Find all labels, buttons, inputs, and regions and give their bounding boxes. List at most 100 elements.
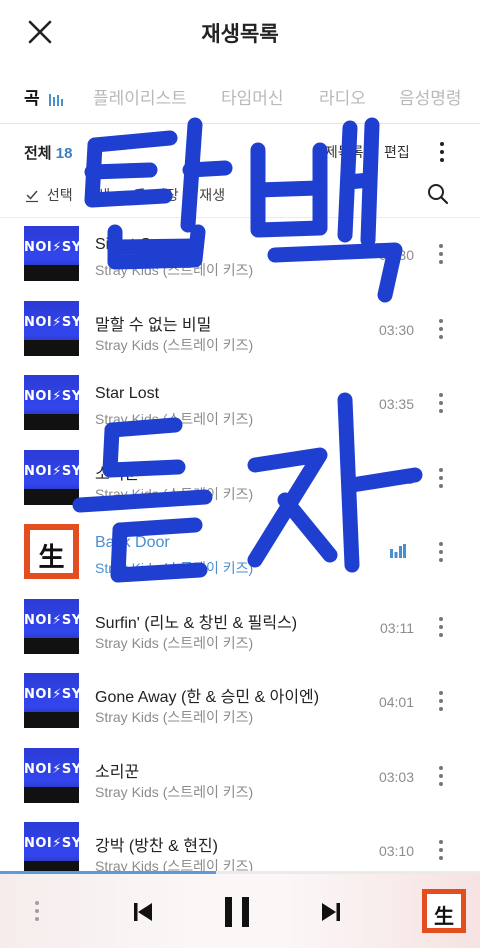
top-bar: 재생목록: [0, 0, 480, 66]
album-art-logo: NOI⚡SY: [24, 463, 79, 479]
song-duration: 04:01: [378, 694, 414, 710]
song-row[interactable]: NOI⚡SY 소리꾼 Stray Kids (스트레이 키즈) 03:03: [0, 442, 480, 517]
album-art: NOI⚡SY: [24, 822, 79, 872]
album-art: NOI⚡SY: [24, 747, 79, 803]
tab-label: 곡: [24, 89, 40, 108]
song-title: 강박 (방찬 & 현진): [95, 838, 218, 855]
save-play-button[interactable]: 저장 후 재생: [130, 185, 225, 205]
now-playing-album-art[interactable]: 生: [422, 889, 466, 933]
skip-previous-icon[interactable]: [132, 901, 154, 923]
song-artist: Stray Kids (스트레이 키즈): [95, 634, 254, 651]
song-row[interactable]: 生 Back Door Stray Kids (스트레이 키즈): [0, 516, 480, 591]
song-more-icon[interactable]: [438, 542, 444, 566]
song-more-icon[interactable]: [438, 244, 444, 268]
song-title: 소리꾼: [95, 465, 140, 483]
tab-time-machine[interactable]: 타임머신: [221, 84, 284, 109]
save-play-label: 저장 후 재생: [152, 187, 226, 203]
check-icon: [26, 190, 38, 203]
tab-voice-command[interactable]: 음성명령: [399, 84, 462, 109]
album-art-logo: NOI⚡SY: [24, 240, 79, 255]
album-art: NOI⚡SY: [24, 375, 79, 430]
action-bar: 선택 재생 저장 후 재생: [0, 176, 480, 218]
now-playing-equalizer-icon: [390, 544, 406, 558]
deleted-list-button[interactable]: 삭제목록: [312, 142, 364, 162]
select-play-button[interactable]: 선택 재생: [24, 185, 110, 205]
album-art: NOI⚡SY: [24, 226, 79, 281]
list-header: 전체 18 삭제목록 편집: [0, 124, 480, 176]
song-row[interactable]: NOI⚡SY Silent Cry Stray Kids (스트레이 키즈) 03:3…: [0, 218, 480, 293]
song-row[interactable]: NOI⚡SY 소리꾼 Stray Kids (스트레이 키즈) 03:03: [0, 740, 480, 815]
album-art: NOI⚡SY: [24, 300, 79, 356]
song-more-icon[interactable]: [438, 691, 444, 715]
song-artist: Stray Kids (스트레이 키즈): [95, 560, 254, 576]
tab-bar: 곡 플레이리스트 타임머신 라디오 음성명령: [0, 76, 480, 124]
total-count-value: 18: [55, 145, 73, 162]
song-title: Gone Away (한 & 승민 & 아이엔): [95, 689, 320, 706]
song-more-icon[interactable]: [438, 616, 444, 641]
song-row[interactable]: NOI⚡SY 강박 (방찬 & 현진) Stray Kids (스트레이 키즈) 03…: [0, 814, 480, 872]
tab-songs[interactable]: 곡: [24, 84, 64, 109]
song-title: 소리꾼: [95, 763, 140, 781]
song-more-icon[interactable]: [438, 393, 444, 417]
song-more-icon[interactable]: [438, 467, 444, 492]
skip-next-icon[interactable]: [320, 901, 342, 923]
song-duration: 03:30: [378, 247, 414, 263]
song-title: Star Lost: [95, 385, 160, 402]
album-art-logo: NOI⚡SY: [24, 687, 79, 702]
song-artist: Stray Kids (스트레이 키즈): [95, 709, 254, 725]
song-artist: Stray Kids (스트레이 키즈): [95, 485, 254, 502]
song-row[interactable]: NOI⚡SY 말할 수 없는 비밀 Stray Kids (스트레이 키즈) 03:3…: [0, 293, 480, 368]
album-art-logo: NOI⚡SY: [24, 314, 79, 330]
song-artist: Stray Kids (스트레이 키즈): [95, 411, 254, 427]
album-art: NOI⚡SY: [24, 673, 79, 728]
mini-player[interactable]: 生: [0, 871, 480, 948]
album-art-glyph: 生: [38, 543, 65, 573]
song-row[interactable]: NOI⚡SY Gone Away (한 & 승민 & 아이엔) Stray Kids…: [0, 665, 480, 740]
song-duration: 03:03: [378, 768, 414, 785]
song-duration: 03:30: [378, 321, 414, 338]
song-duration: 03:11: [380, 619, 414, 636]
song-more-icon[interactable]: [438, 765, 444, 790]
total-count: 전체 18: [24, 142, 72, 163]
search-button[interactable]: [426, 182, 450, 206]
song-title: Silent Cry: [95, 236, 165, 253]
album-art-logo: NOI⚡SY: [24, 836, 79, 851]
song-more-icon[interactable]: [438, 318, 444, 343]
song-title: Back Door: [95, 534, 170, 551]
page-title: 재생목록: [201, 23, 279, 46]
song-more-icon[interactable]: [438, 840, 444, 864]
music-note-icon: [131, 188, 145, 202]
tab-playlist[interactable]: 플레이리스트: [93, 84, 187, 109]
total-label: 전체: [24, 145, 52, 162]
album-art-logo: NOI⚡SY: [24, 612, 79, 628]
song-title: 말할 수 없는 비밀: [95, 316, 212, 334]
song-artist: Stray Kids (스트레이 키즈): [95, 336, 254, 353]
song-duration: 03:35: [378, 396, 414, 412]
pause-icon[interactable]: [223, 895, 251, 929]
album-art: NOI⚡SY: [24, 449, 79, 505]
album-art: NOI⚡SY: [24, 598, 79, 654]
album-art-logo: NOI⚡SY: [24, 389, 79, 404]
album-art-glyph: 生: [434, 904, 454, 928]
song-row[interactable]: NOI⚡SY Surfin' (리노 & 창빈 & 필릭스) Stray Kids …: [0, 591, 480, 666]
equalizer-icon: [49, 94, 64, 106]
song-row[interactable]: NOI⚡SY Star Lost Stray Kids (스트레이 키즈) 03:35: [0, 367, 480, 442]
song-duration: 03:10: [378, 843, 414, 859]
tab-radio[interactable]: 라디오: [319, 84, 366, 109]
song-list: NOI⚡SY Silent Cry Stray Kids (스트레이 키즈) 03:3…: [0, 218, 480, 872]
song-title: Surfin' (리노 & 창빈 & 필릭스): [95, 614, 298, 632]
more-options-icon[interactable]: [439, 142, 445, 166]
song-artist: Stray Kids (스트레이 키즈): [95, 783, 254, 800]
album-art: 生: [24, 524, 79, 579]
search-icon: [428, 184, 449, 205]
progress-bar[interactable]: [0, 871, 480, 874]
song-artist: Stray Kids (스트레이 키즈): [95, 858, 254, 872]
play-label: 재생: [84, 187, 111, 203]
song-artist: Stray Kids (스트레이 키즈): [95, 262, 254, 278]
select-label: 선택: [46, 187, 73, 203]
player-more-icon[interactable]: [34, 901, 40, 925]
song-duration: 03:03: [378, 470, 414, 487]
album-art-logo: NOI⚡SY: [24, 761, 79, 777]
progress-fill: [0, 871, 216, 874]
edit-button[interactable]: 편집: [384, 142, 410, 162]
